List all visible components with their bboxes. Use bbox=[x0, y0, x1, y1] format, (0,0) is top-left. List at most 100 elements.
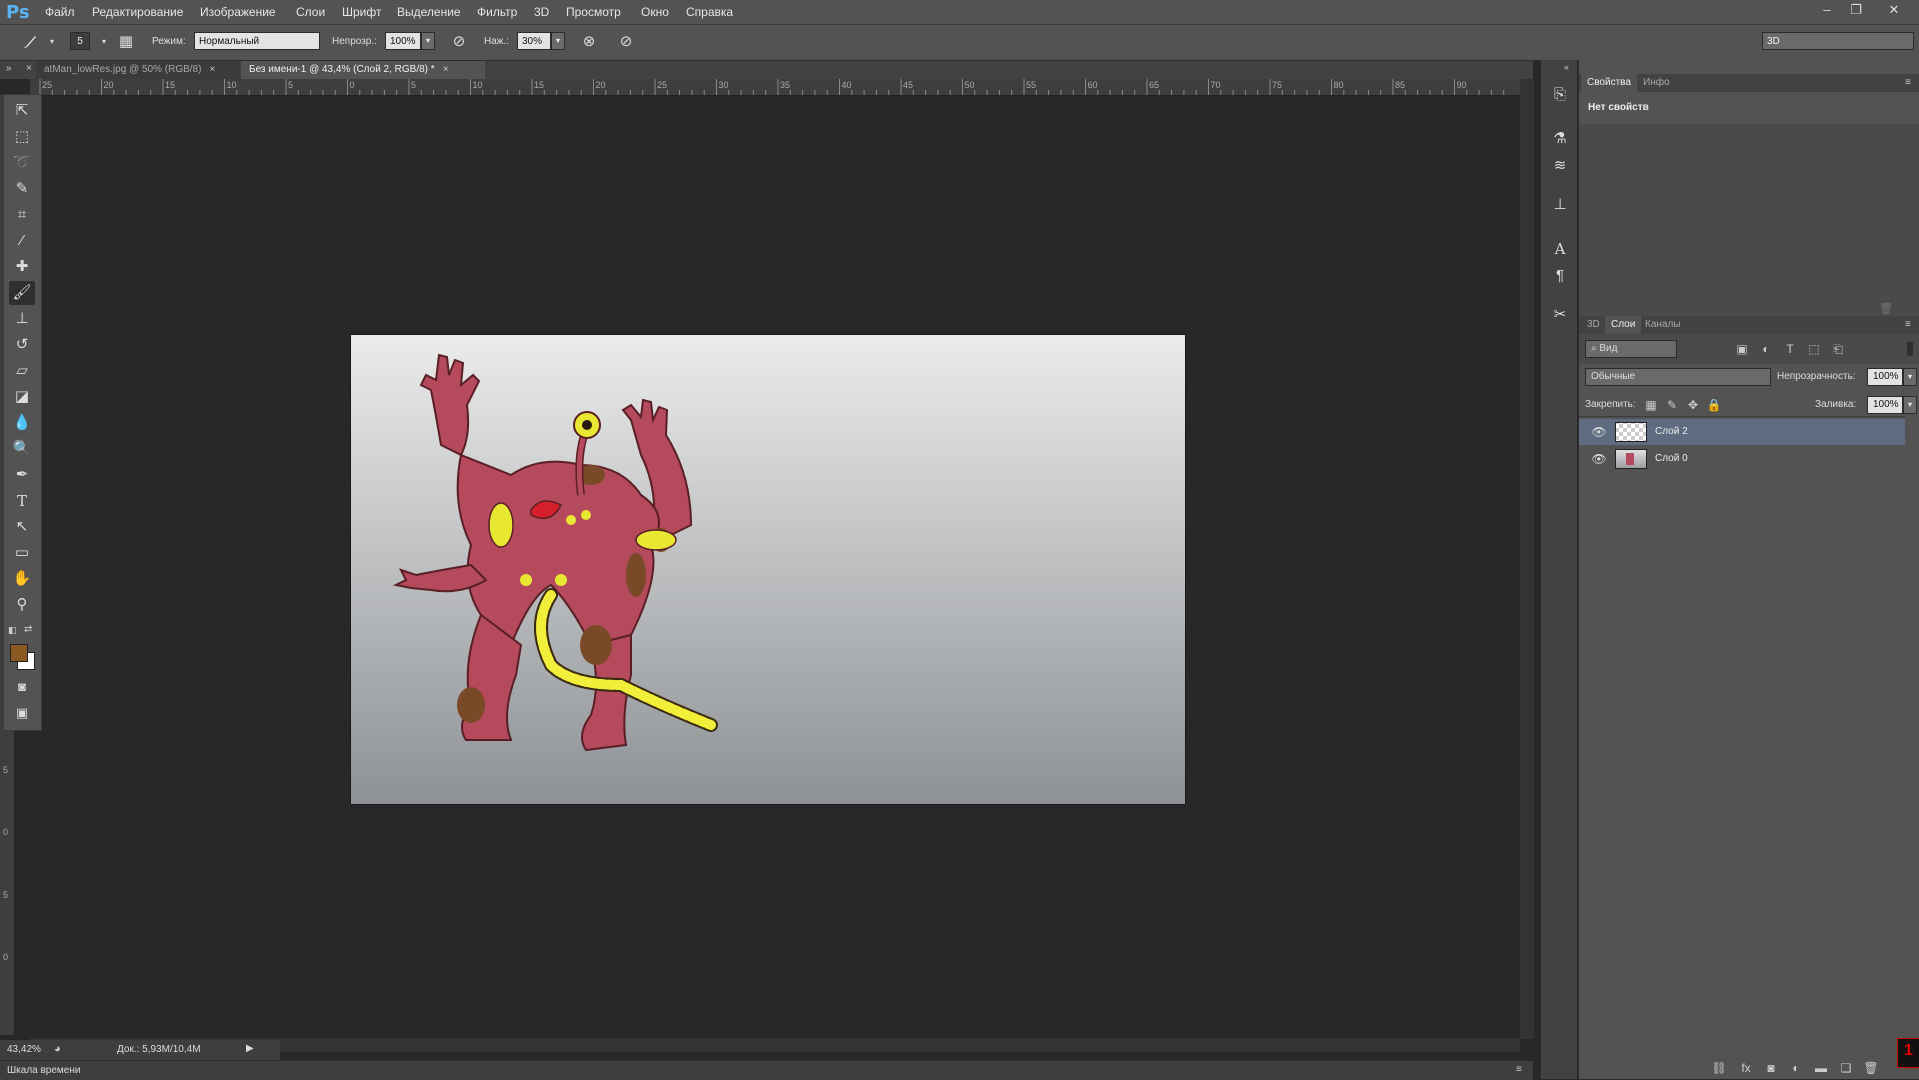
filter-type-icon[interactable]: T bbox=[1781, 341, 1799, 357]
collapse-dock-icon[interactable]: « bbox=[1564, 62, 1569, 72]
layers-menu-icon[interactable]: ≡ bbox=[1905, 319, 1911, 330]
visibility-eye-icon[interactable]: 👁 bbox=[1591, 424, 1607, 440]
lock-position-icon[interactable]: ✥ bbox=[1684, 397, 1702, 413]
opacity-input[interactable]: 100% bbox=[385, 32, 421, 50]
lock-pixels-icon[interactable]: ✎ bbox=[1663, 397, 1681, 413]
link-layers-icon[interactable]: ⛓ bbox=[1710, 1060, 1728, 1076]
eraser-tool[interactable]: ▱ bbox=[9, 359, 35, 383]
eyedropper-tool[interactable]: ⁄ bbox=[9, 229, 35, 253]
filter-shape-icon[interactable]: ⬚ bbox=[1805, 341, 1823, 357]
tab-3d[interactable]: 3D bbox=[1581, 316, 1606, 334]
history-panel-icon[interactable]: ⎘ bbox=[1549, 84, 1571, 106]
vertical-scrollbar[interactable] bbox=[1520, 79, 1534, 1039]
quick-mask-icon[interactable]: ◙ bbox=[9, 675, 35, 699]
menu-image[interactable]: Изображение bbox=[200, 5, 276, 19]
brush-size-value[interactable]: 5 bbox=[70, 32, 90, 50]
tab-document-2[interactable]: Без имени-1 @ 43,4% (Слой 2, RGB/8) * × bbox=[241, 61, 485, 79]
pen-tool[interactable]: ✒ bbox=[9, 463, 35, 487]
pressure-dropdown-icon[interactable]: ▾ bbox=[551, 32, 565, 50]
brush-preset-icon[interactable] bbox=[20, 32, 40, 52]
default-colors-icon[interactable]: ◧ bbox=[8, 625, 17, 636]
delete-layer-icon[interactable]: 🗑 bbox=[1862, 1060, 1880, 1076]
menu-3d[interactable]: 3D bbox=[534, 5, 549, 19]
path-select-tool[interactable]: ↖ bbox=[9, 515, 35, 539]
notification-badge[interactable]: 1 bbox=[1897, 1038, 1919, 1068]
swap-colors-icon[interactable]: ⇄ bbox=[24, 624, 32, 635]
menu-view[interactable]: Просмотр bbox=[566, 5, 621, 19]
pressure-size-icon[interactable]: ⊘ bbox=[616, 32, 636, 52]
menu-filter[interactable]: Фильтр bbox=[477, 5, 517, 19]
collapse-panels-icon[interactable]: » bbox=[6, 63, 12, 74]
crop-tool[interactable]: ⌗ bbox=[9, 203, 35, 227]
pressure-input[interactable]: 30% bbox=[517, 32, 551, 50]
pressure-opacity-icon[interactable]: ⊘ bbox=[449, 32, 469, 52]
rectangle-tool[interactable]: ▭ bbox=[9, 541, 35, 565]
menu-layers[interactable]: Слои bbox=[296, 5, 325, 19]
menu-file[interactable]: Файл bbox=[45, 5, 75, 19]
screen-mode-icon[interactable]: ▣ bbox=[9, 701, 35, 725]
close-panels-icon[interactable]: × bbox=[26, 63, 32, 74]
menu-help[interactable]: Справка bbox=[686, 5, 733, 19]
fill-input[interactable]: 100% bbox=[1867, 396, 1903, 414]
healing-tool[interactable]: ✚ bbox=[9, 255, 35, 279]
dodge-tool[interactable]: 🔍 bbox=[9, 437, 35, 461]
workspace-select[interactable]: 3D bbox=[1762, 32, 1914, 50]
zoom-level[interactable]: 43,42% bbox=[7, 1044, 41, 1055]
brush-settings-panel-icon[interactable]: ≋ bbox=[1549, 155, 1571, 177]
brush-panel-toggle-icon[interactable]: ▦ bbox=[116, 32, 136, 52]
layer-style-icon[interactable]: fx bbox=[1737, 1060, 1755, 1076]
blur-tool[interactable]: 💧 bbox=[9, 411, 35, 435]
properties-menu-icon[interactable]: ≡ bbox=[1905, 77, 1911, 88]
blend-mode-select[interactable]: Обычные bbox=[1585, 368, 1771, 386]
filter-adjustment-icon[interactable]: ◐ bbox=[1757, 341, 1775, 357]
timeline-title[interactable]: Шкала времени bbox=[7, 1065, 80, 1076]
filter-toggle[interactable] bbox=[1907, 342, 1913, 356]
properties-delete-icon[interactable]: 🗑 bbox=[1879, 302, 1893, 315]
zoom-tool[interactable]: ⚲ bbox=[9, 593, 35, 617]
add-mask-icon[interactable]: ◙ bbox=[1762, 1060, 1780, 1076]
status-menu-arrow-icon[interactable]: ▶ bbox=[246, 1043, 254, 1054]
timeline-menu-icon[interactable]: ≡ bbox=[1516, 1064, 1522, 1075]
filter-pixel-icon[interactable]: ▣ bbox=[1733, 341, 1751, 357]
move-tool[interactable]: ⇱ bbox=[9, 99, 35, 123]
tab-properties[interactable]: Свойства bbox=[1581, 74, 1637, 92]
foreground-color-swatch[interactable] bbox=[10, 644, 28, 662]
type-tool[interactable]: T bbox=[9, 489, 35, 513]
layer-opacity-input[interactable]: 100% bbox=[1867, 368, 1903, 386]
paragraph-panel-icon[interactable]: ¶ bbox=[1549, 265, 1571, 287]
tab-channels[interactable]: Каналы bbox=[1639, 316, 1687, 334]
menu-window[interactable]: Окно bbox=[641, 5, 669, 19]
marquee-tool[interactable]: ⬚ bbox=[9, 125, 35, 149]
fill-dropdown-icon[interactable]: ▾ bbox=[1903, 396, 1917, 414]
restore-button[interactable]: ❐ bbox=[1845, 2, 1867, 20]
layer-name[interactable]: Слой 0 bbox=[1655, 453, 1688, 464]
brush-presets-panel-icon[interactable]: ⚗ bbox=[1549, 128, 1571, 150]
mode-select[interactable]: Нормальный bbox=[194, 32, 320, 50]
new-group-icon[interactable]: ▬ bbox=[1812, 1060, 1830, 1076]
clone-source-panel-icon[interactable]: ⊥ bbox=[1549, 194, 1571, 216]
tab-close-icon[interactable]: × bbox=[443, 64, 449, 75]
airbrush-icon[interactable]: ⊗ bbox=[579, 32, 599, 52]
hand-tool[interactable]: ✋ bbox=[9, 567, 35, 591]
tab-close-icon[interactable]: × bbox=[209, 64, 215, 75]
tab-layers[interactable]: Слои bbox=[1605, 316, 1642, 334]
adjustment-layer-icon[interactable]: ◐ bbox=[1787, 1060, 1805, 1076]
layer-row[interactable]: 👁 Слой 2 bbox=[1579, 419, 1905, 445]
minimize-button[interactable]: – bbox=[1816, 2, 1838, 20]
character-panel-icon[interactable]: A bbox=[1549, 238, 1571, 260]
menu-select[interactable]: Выделение bbox=[397, 5, 461, 19]
close-window-button[interactable]: ✕ bbox=[1883, 2, 1905, 20]
menu-type[interactable]: Шрифт bbox=[342, 5, 381, 19]
document-canvas[interactable] bbox=[351, 335, 1185, 804]
brush-tool[interactable]: 🖌 bbox=[9, 281, 35, 305]
layer-filter-select[interactable]: ⌕ Вид bbox=[1585, 340, 1677, 358]
tab-info[interactable]: Инфо bbox=[1637, 74, 1676, 92]
opacity-dropdown-icon[interactable]: ▾ bbox=[421, 32, 435, 50]
new-layer-icon[interactable]: ❏ bbox=[1837, 1060, 1855, 1076]
history-brush-tool[interactable]: ↺ bbox=[9, 333, 35, 357]
layer-row[interactable]: 👁 Слой 0 bbox=[1579, 446, 1905, 472]
brush-size-dropdown-icon[interactable]: ▾ bbox=[94, 32, 114, 52]
quick-select-tool[interactable]: ✎ bbox=[9, 177, 35, 201]
tool-presets-panel-icon[interactable]: ✂ bbox=[1549, 304, 1571, 326]
tab-document-1[interactable]: atMan_lowRes.jpg @ 50% (RGB/8) × bbox=[36, 61, 240, 79]
